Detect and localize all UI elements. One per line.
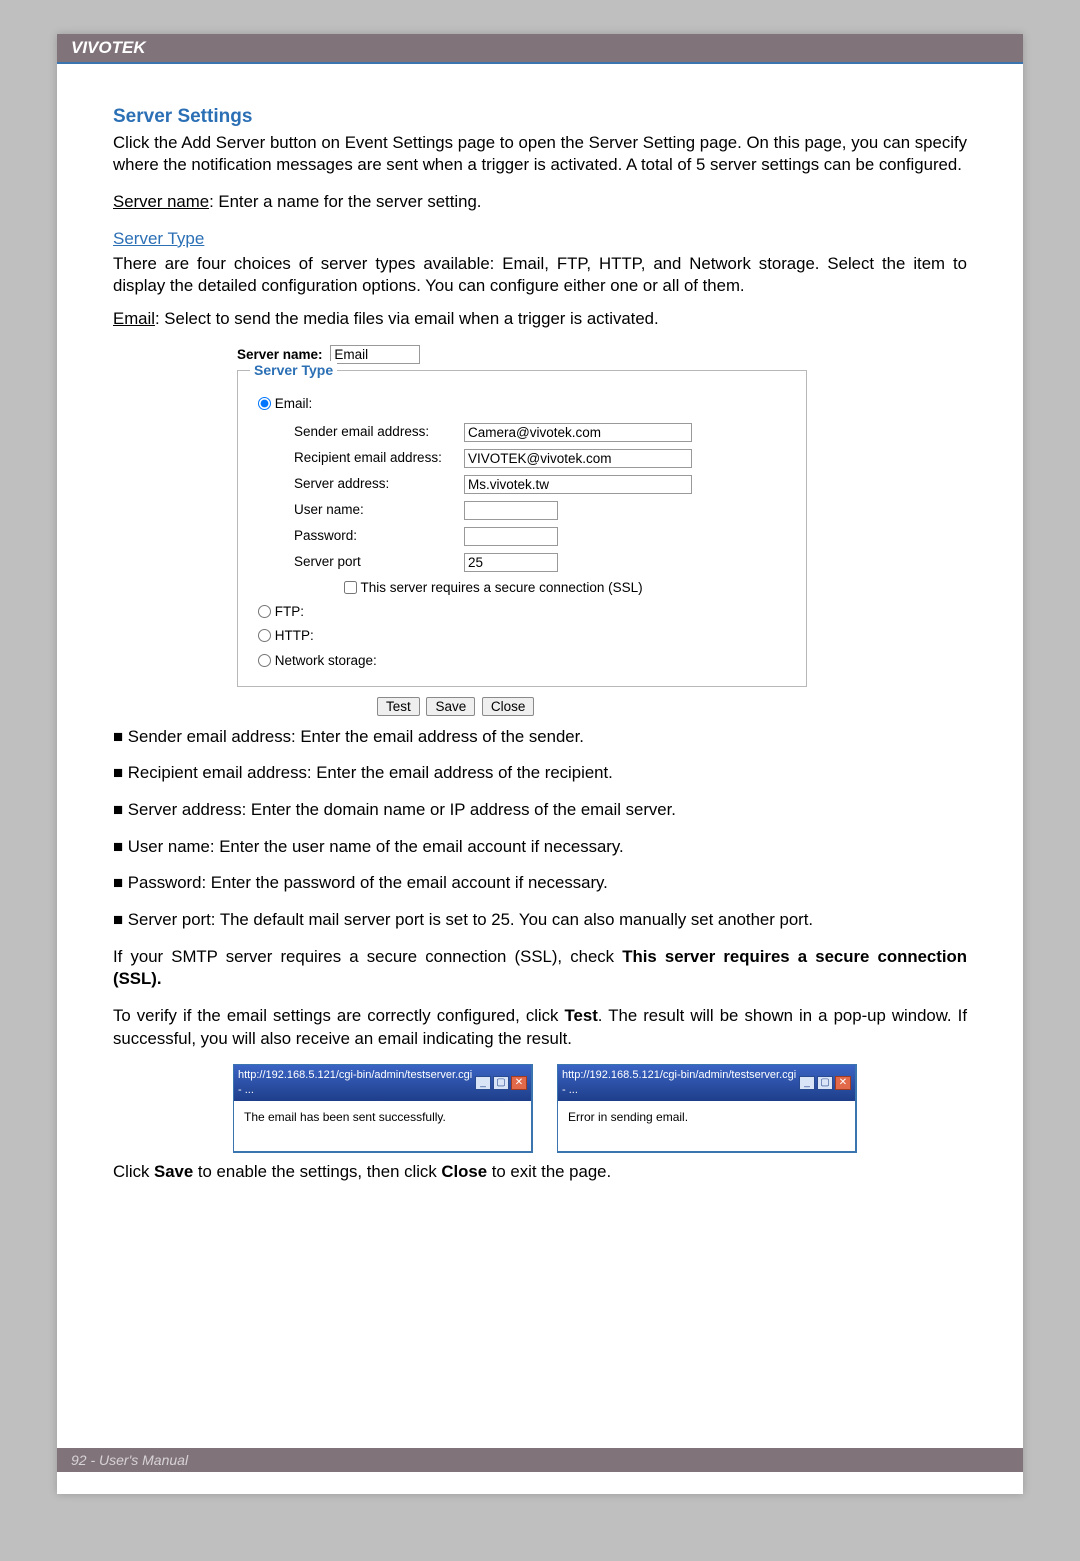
radio-http-label: HTTP: — [275, 628, 314, 643]
server-type-fieldset: Server Type Email: Sender email address:… — [237, 370, 807, 687]
radio-ftp[interactable] — [258, 605, 271, 618]
test-note-bold: Test — [565, 1006, 598, 1025]
bullet-password: ■ Password: Enter the password of the em… — [113, 872, 967, 895]
server-settings-form: Server name: Server Type Email: Sender e… — [237, 345, 807, 718]
bullet-user: ■ User name: Enter the user name of the … — [113, 836, 967, 859]
server-type-heading: Server Type — [113, 228, 967, 251]
intro-paragraph: Click the Add Server button on Event Set… — [113, 132, 967, 177]
email-fields: Sender email address: Recipient email ad… — [294, 423, 792, 597]
content-area: Server Settings Click the Add Server but… — [57, 64, 1023, 1218]
closing-close: Close — [441, 1162, 487, 1181]
radio-http[interactable] — [258, 629, 271, 642]
radio-email-label: Email: — [275, 396, 313, 411]
minimize-icon[interactable]: _ — [799, 1076, 815, 1090]
sender-label: Sender email address: — [294, 423, 464, 441]
bullet-port: ■ Server port: The default mail server p… — [113, 909, 967, 932]
footer-bar: 92 - User's Manual — [57, 1448, 1023, 1472]
result-popups: http://192.168.5.121/cgi-bin/admin/tests… — [233, 1064, 967, 1153]
popup-success-titlebar: http://192.168.5.121/cgi-bin/admin/tests… — [234, 1065, 531, 1101]
brand-text: VIVOTEK — [71, 38, 146, 57]
popup-success: http://192.168.5.121/cgi-bin/admin/tests… — [233, 1064, 533, 1153]
pwd-input[interactable] — [464, 527, 558, 546]
close-button[interactable]: Close — [482, 697, 535, 716]
server-name-underlined: Server name — [113, 192, 209, 211]
header-bar: VIVOTEK — [57, 34, 1023, 64]
closing-note: Click Save to enable the settings, then … — [113, 1161, 967, 1184]
user-input[interactable] — [464, 501, 558, 520]
recipient-label: Recipient email address: — [294, 449, 464, 467]
popup-success-body: The email has been sent successfully. — [234, 1101, 531, 1151]
document-page: VIVOTEK Server Settings Click the Add Se… — [57, 34, 1023, 1494]
closing-mid: to enable the settings, then click — [193, 1162, 441, 1181]
bullet-recipient: ■ Recipient email address: Enter the ema… — [113, 762, 967, 785]
email-underlined: Email — [113, 309, 155, 328]
radio-ftp-label: FTP: — [275, 604, 304, 619]
server-name-label: Server name: — [237, 347, 323, 362]
server-type-intro: There are four choices of server types a… — [113, 253, 967, 298]
radio-http-row: HTTP: — [258, 627, 792, 645]
server-name-input[interactable] — [330, 345, 420, 364]
save-button[interactable]: Save — [426, 697, 475, 716]
radio-ns[interactable] — [258, 654, 271, 667]
server-name-desc-text: : Enter a name for the server setting. — [209, 192, 481, 211]
fieldset-legend: Server Type — [250, 361, 337, 380]
closing-save: Save — [154, 1162, 193, 1181]
server-addr-label: Server address: — [294, 475, 464, 493]
minimize-icon[interactable]: _ — [475, 1076, 491, 1090]
popup-error-title: http://192.168.5.121/cgi-bin/admin/tests… — [562, 1068, 799, 1098]
maximize-icon[interactable]: ▢ — [493, 1076, 509, 1090]
popup-error-titlebar: http://192.168.5.121/cgi-bin/admin/tests… — [558, 1065, 855, 1101]
radio-email[interactable] — [258, 397, 271, 410]
popup-error: http://192.168.5.121/cgi-bin/admin/tests… — [557, 1064, 857, 1153]
pwd-label: Password: — [294, 527, 464, 545]
ssl-checkbox[interactable] — [344, 581, 357, 594]
email-desc-text: : Select to send the media files via ema… — [155, 309, 659, 328]
bullet-server: ■ Server address: Enter the domain name … — [113, 799, 967, 822]
test-button[interactable]: Test — [377, 697, 420, 716]
popup-success-title: http://192.168.5.121/cgi-bin/admin/tests… — [238, 1068, 475, 1098]
port-input[interactable] — [464, 553, 558, 572]
window-buttons: _ ▢ ✕ — [799, 1076, 851, 1090]
radio-ns-row: Network storage: — [258, 652, 792, 670]
recipient-input[interactable] — [464, 449, 692, 468]
window-buttons: _ ▢ ✕ — [475, 1076, 527, 1090]
port-label: Server port — [294, 553, 464, 571]
maximize-icon[interactable]: ▢ — [817, 1076, 833, 1090]
footer-text: 92 - User's Manual — [71, 1452, 188, 1468]
test-note: To verify if the email settings are corr… — [113, 1005, 967, 1050]
radio-ns-label: Network storage: — [275, 653, 377, 668]
ssl-note-pre: If your SMTP server requires a secure co… — [113, 947, 622, 966]
server-addr-input[interactable] — [464, 475, 692, 494]
close-icon[interactable]: ✕ — [511, 1076, 527, 1090]
sender-input[interactable] — [464, 423, 692, 442]
radio-email-row: Email: — [258, 395, 792, 413]
test-note-pre: To verify if the email settings are corr… — [113, 1006, 565, 1025]
ssl-label: This server requires a secure connection… — [361, 580, 643, 595]
ssl-note: If your SMTP server requires a secure co… — [113, 946, 967, 991]
server-name-desc: Server name: Enter a name for the server… — [113, 191, 967, 214]
popup-error-body: Error in sending email. — [558, 1101, 855, 1151]
close-icon[interactable]: ✕ — [835, 1076, 851, 1090]
radio-ftp-row: FTP: — [258, 603, 792, 621]
button-row: Test Save Close — [377, 695, 807, 718]
closing-pre: Click — [113, 1162, 154, 1181]
user-label: User name: — [294, 501, 464, 519]
bullet-list: ■ Sender email address: Enter the email … — [113, 726, 967, 932]
closing-post: to exit the page. — [487, 1162, 611, 1181]
ssl-row: This server requires a secure connection… — [344, 579, 792, 597]
email-desc: Email: Select to send the media files vi… — [113, 308, 967, 331]
section-title: Server Settings — [113, 104, 967, 130]
bullet-sender: ■ Sender email address: Enter the email … — [113, 726, 967, 749]
